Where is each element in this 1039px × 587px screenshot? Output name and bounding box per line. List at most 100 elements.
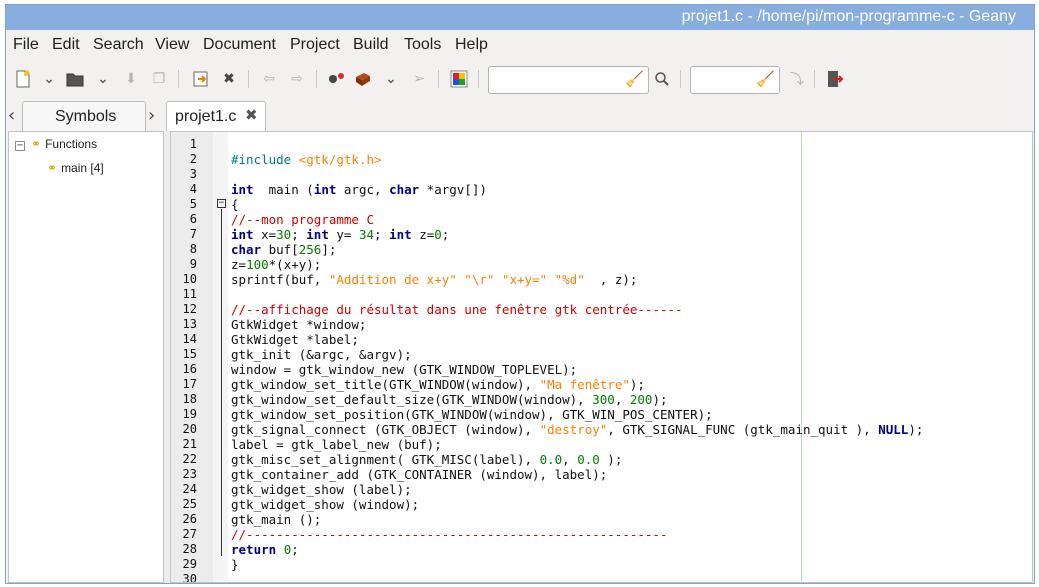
forward-icon[interactable]: ⇨ [286,68,308,90]
fold-line [221,209,222,556]
symbol-item-main[interactable]: ⚭ main [4] [47,161,104,175]
code-token: ); [652,392,668,407]
code-token: z= [411,227,435,242]
back-icon[interactable]: ⇦ [258,68,280,90]
symbol-group-functions[interactable]: ⚭ Functions [31,137,97,151]
chevron-right-icon[interactable]: › [148,105,155,126]
dropdown-arrow-icon[interactable]: ⌄ [92,68,114,90]
menu-document[interactable]: Document [203,36,276,54]
tab-projet1-c[interactable]: projet1.c ✖ [166,101,266,132]
code-token: label = gtk_label_new (buf); [231,437,442,452]
code-token: gtk_window_set_position(GTK_WINDOW(windo… [231,407,713,422]
code-token: } [231,557,239,572]
broom-icon[interactable]: 🧹 [756,70,775,88]
line-number: 25 [182,497,197,511]
long-line-marker [801,132,802,582]
code-line: GtkWidget *window; [231,317,366,332]
run-icon[interactable]: ➢ [408,68,430,90]
build-icon[interactable] [352,68,374,90]
save-all-icon[interactable]: ❐ [148,68,170,90]
toolbar: ⌄ ⌄ ⬇ ❐ ✖ ⇦ ⇨ ⌄ ➢ 🧹 🧹 ⤵ [6,61,1034,97]
line-number: 18 [182,392,197,406]
line-number: 2 [189,152,197,166]
revert-icon[interactable] [190,68,212,90]
fold-collapse-icon[interactable]: − [217,199,226,208]
code-token: ); [629,377,645,392]
dropdown-arrow-icon[interactable]: ⌄ [38,68,60,90]
symbol-group-label: Functions [45,137,98,151]
compile-icon[interactable] [326,68,348,90]
menu-view[interactable]: View [155,36,189,54]
menu-build[interactable]: Build [353,36,389,54]
code-token: main ( [253,182,314,197]
code-line: int main (int argc, char *argv[]) [231,182,487,197]
code-line: GtkWidget *label; [231,332,359,347]
find-icon[interactable] [651,68,673,90]
tab-symbols[interactable]: Symbols [22,101,146,132]
menu-file[interactable]: File [13,36,39,54]
code-token: 300 [592,392,615,407]
code-token: gtk_widget_show (window); [231,497,420,512]
code-editor[interactable]: 1 2 3 4 5 6 7 8 9 10 11 12 13 14 15 16 17 18 19 20 21 22 23 24 2… [170,131,1033,583]
menu-edit[interactable]: Edit [52,36,80,54]
code-token: gtk_misc_set_alignment( GTK_MISC(label), [231,452,540,467]
code-token: 200 [629,392,653,407]
toolbar-separator [178,70,179,88]
open-file-icon[interactable] [64,68,86,90]
new-file-icon[interactable] [12,68,34,90]
line-number: 8 [189,242,197,256]
broom-icon[interactable]: 🧹 [625,70,644,88]
quit-icon[interactable] [824,68,846,90]
code-token: gtk_window_set_title(GTK_WINDOW(window), [231,377,540,392]
code-token: NULL [878,422,909,437]
line-number: 22 [182,452,197,466]
goto-line-input[interactable]: 🧹 [690,66,780,94]
jump-to-line-icon[interactable]: ⤵ [786,68,808,90]
code-line: } [231,557,239,572]
close-icon[interactable]: ✖ [218,68,240,90]
code-token: 0.0 [539,452,563,467]
search-input[interactable]: 🧹 [488,66,649,94]
code-token: ]; [321,242,337,257]
line-number: 24 [182,482,197,496]
code-token: 100 [246,257,269,272]
line-number: 11 [182,287,197,301]
toolbar-separator [814,70,815,88]
menu-tools[interactable]: Tools [404,36,441,54]
code-token: , [614,392,630,407]
dropdown-arrow-icon[interactable]: ⌄ [380,68,402,90]
code-token: argc, [336,182,390,197]
menu-help[interactable]: Help [455,36,488,54]
code-line: return 0; [231,542,299,557]
code-line: gtk_window_set_position(GTK_WINDOW(windo… [231,407,713,422]
title-bar[interactable]: projet1.c - /home/pi/mon-programme-c - G… [6,5,1034,30]
code-token: window = gtk_window_new (GTK_WINDOW_TOPL… [231,362,578,377]
symbol-item-label: main [4] [61,161,104,175]
code-line: gtk_main (); [231,512,321,527]
code-token: "Addition de x+y" "\r" "x+y=" "%d" [328,272,585,287]
code-token: gtk_main (); [231,512,322,527]
line-number: 3 [189,167,197,181]
menu-project[interactable]: Project [290,36,340,54]
code-token: z= [231,257,247,272]
menu-search[interactable]: Search [93,36,144,54]
code-token: ; [441,227,450,242]
save-icon[interactable]: ⬇ [120,68,142,90]
code-line: label = gtk_label_new (buf); [231,437,442,452]
line-number: 30 [182,572,197,583]
code-token: ; [291,542,299,557]
line-number: 4 [189,182,197,196]
line-number: 28 [182,542,197,556]
tab-close-icon[interactable]: ✖ [245,106,258,124]
color-chooser-icon[interactable] [448,68,470,90]
line-number: 5 [189,197,197,211]
tab-row: ‹ Symbols › projet1.c ✖ [6,101,1034,132]
code-token: , z); [584,272,638,287]
code-line: char buf[256]; [231,242,336,257]
line-number: 6 [189,212,197,226]
chevron-left-icon[interactable]: ‹ [8,105,15,126]
code-token: *argv[]) [419,182,487,197]
function-group-icon: ⚭ [31,137,42,151]
collapse-expander[interactable]: − [15,141,25,151]
